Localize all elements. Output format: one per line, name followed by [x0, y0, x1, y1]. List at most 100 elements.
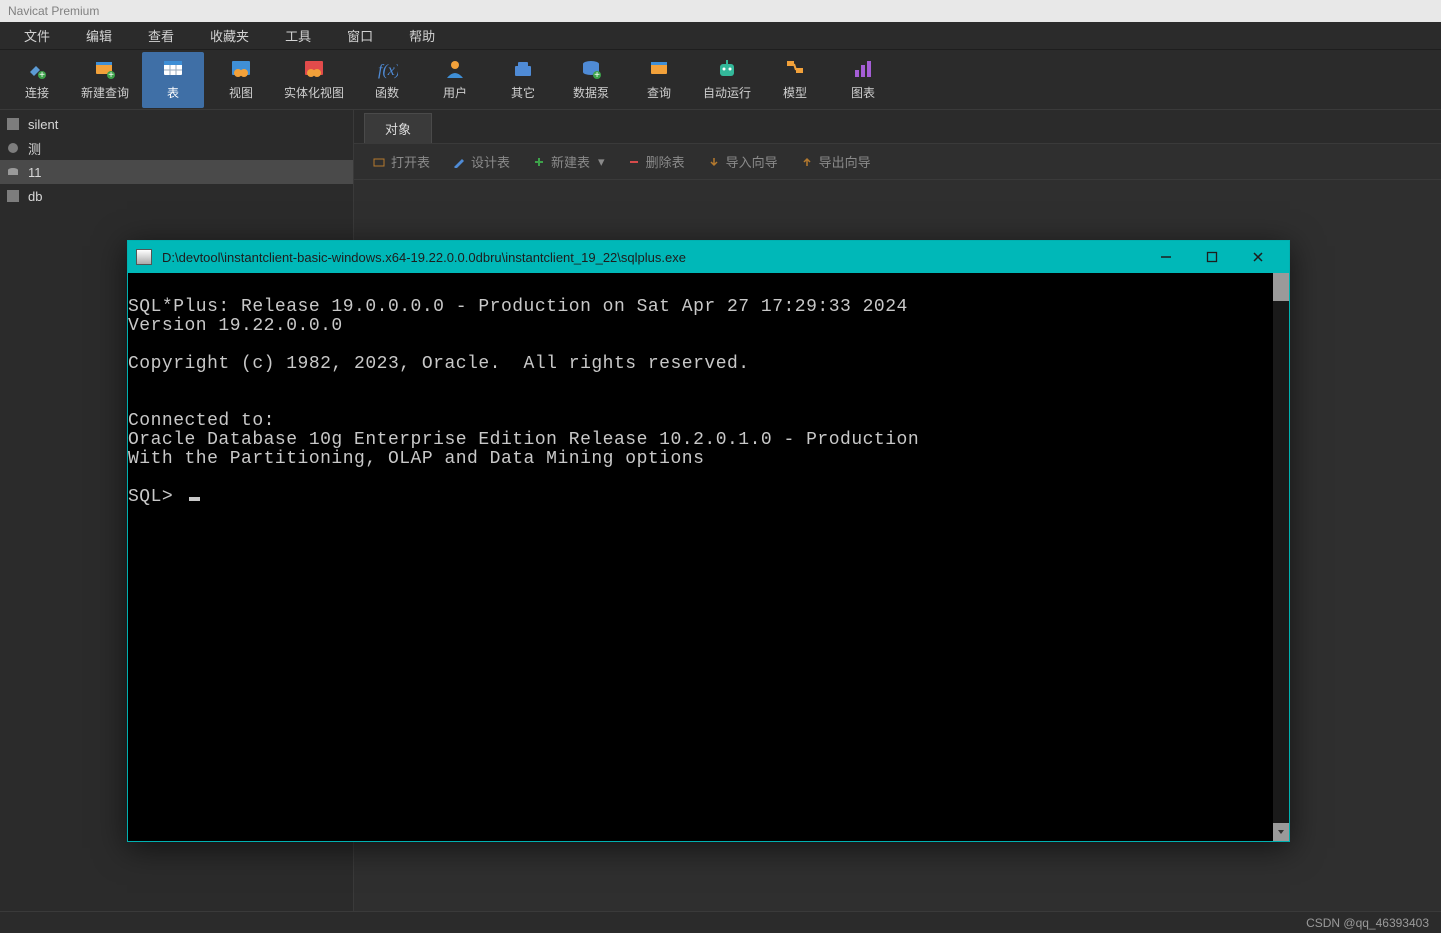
ribbon-connect[interactable]: + 连接	[6, 52, 68, 108]
user-icon	[444, 58, 466, 80]
ribbon-chart[interactable]: 图表	[832, 52, 894, 108]
sidebar-item-label: db	[28, 189, 42, 204]
terminal-line: With the Partitioning, OLAP and Data Min…	[128, 449, 704, 469]
plus-icon	[532, 155, 546, 169]
close-button[interactable]	[1235, 241, 1281, 273]
menu-window[interactable]: 窗口	[329, 22, 391, 49]
menu-tools[interactable]: 工具	[267, 22, 329, 49]
maximize-button[interactable]	[1189, 241, 1235, 273]
scrollbar-thumb[interactable]	[1273, 273, 1289, 301]
tab-objects[interactable]: 对象	[364, 113, 432, 143]
delete-table-button[interactable]: 删除表	[619, 148, 693, 175]
ribbon-label: 自动运行	[703, 84, 751, 101]
menu-help[interactable]: 帮助	[391, 22, 453, 49]
terminal-line: SQL*Plus: Release 19.0.0.0.0 - Productio…	[128, 297, 908, 317]
ribbon-autorun[interactable]: 自动运行	[696, 52, 758, 108]
terminal-line: Connected to:	[128, 411, 275, 431]
model-icon	[784, 58, 806, 80]
ribbon-label: 模型	[783, 84, 807, 101]
ribbon-view[interactable]: 视图	[210, 52, 272, 108]
matview-icon	[303, 58, 325, 80]
ribbon-label: 实体化视图	[284, 84, 344, 101]
ribbon-matview[interactable]: 实体化视图	[278, 52, 350, 108]
ribbon-table[interactable]: 表	[142, 52, 204, 108]
design-table-button[interactable]: 设计表	[444, 148, 518, 175]
ribbon-other[interactable]: 其它	[492, 52, 554, 108]
export-wizard-button[interactable]: 导出向导	[792, 148, 879, 175]
menu-fav[interactable]: 收藏夹	[192, 22, 267, 49]
svg-text:f(x): f(x)	[378, 62, 398, 79]
menu-file[interactable]: 文件	[6, 22, 68, 49]
menubar: 文件 编辑 查看 收藏夹 工具 窗口 帮助	[0, 22, 1441, 50]
datapump-icon: +	[580, 58, 602, 80]
terminal-line: Oracle Database 10g Enterprise Edition R…	[128, 430, 919, 450]
new-query-icon: +	[94, 58, 116, 80]
chart-icon	[852, 58, 874, 80]
ribbon: + 连接 + 新建查询 表 视图 实体化视图 f(x) 函数	[0, 50, 1441, 110]
ribbon-user[interactable]: 用户	[424, 52, 486, 108]
tab-bar: 对象	[354, 110, 1441, 144]
toolbar-label: 删除表	[646, 152, 685, 171]
toolbar-label: 打开表	[391, 152, 430, 171]
ribbon-query[interactable]: 查询	[628, 52, 690, 108]
function-icon: f(x)	[376, 58, 398, 80]
svg-text:+: +	[594, 70, 600, 80]
ribbon-label: 函数	[375, 84, 399, 101]
minimize-button[interactable]	[1143, 241, 1189, 273]
open-icon	[372, 155, 386, 169]
object-toolbar: 打开表 设计表 新建表 ▾ 删除表 导入向导 导出向导	[354, 144, 1441, 180]
import-wizard-button[interactable]: 导入向导	[699, 148, 786, 175]
sidebar-item-db[interactable]: db	[0, 184, 353, 208]
sidebar-item-label: 测	[28, 139, 41, 158]
ribbon-label: 查询	[647, 84, 671, 101]
toolbar-label: 导入向导	[726, 152, 778, 171]
app-titlebar: Navicat Premium	[0, 0, 1441, 22]
ribbon-label: 新建查询	[81, 84, 129, 101]
pencil-icon	[452, 155, 466, 169]
sidebar-item-silent[interactable]: silent	[0, 112, 353, 136]
terminal-line: Version 19.22.0.0.0	[128, 316, 343, 336]
menu-edit[interactable]: 编辑	[68, 22, 130, 49]
toolbar-label: 导出向导	[819, 152, 871, 171]
sidebar-item-11[interactable]: 11	[0, 160, 353, 184]
ribbon-label: 表	[167, 84, 179, 101]
database-icon	[6, 141, 20, 155]
ribbon-model[interactable]: 模型	[764, 52, 826, 108]
plug-icon: +	[26, 58, 48, 80]
database-icon	[6, 165, 20, 179]
svg-text:+: +	[39, 70, 45, 80]
import-icon	[707, 155, 721, 169]
app-title: Navicat Premium	[8, 4, 99, 18]
terminal-body[interactable]: SQL*Plus: Release 19.0.0.0.0 - Productio…	[128, 273, 1289, 841]
terminal-title: D:\devtool\instantclient-basic-windows.x…	[162, 250, 686, 265]
new-table-button[interactable]: 新建表 ▾	[524, 148, 613, 175]
ribbon-function[interactable]: f(x) 函数	[356, 52, 418, 108]
svg-text:+: +	[108, 70, 114, 80]
export-icon	[800, 155, 814, 169]
open-table-button[interactable]: 打开表	[364, 148, 438, 175]
menu-view[interactable]: 查看	[130, 22, 192, 49]
watermark: CSDN @qq_46393403	[1306, 916, 1429, 930]
terminal-titlebar[interactable]: D:\devtool\instantclient-basic-windows.x…	[128, 241, 1289, 273]
ribbon-label: 数据泵	[573, 84, 609, 101]
scrollbar-down-icon[interactable]	[1273, 823, 1289, 841]
sidebar-item-label: 11	[28, 165, 42, 180]
ribbon-datapump[interactable]: + 数据泵	[560, 52, 622, 108]
terminal-cursor	[189, 497, 200, 501]
ribbon-label: 其它	[511, 84, 535, 101]
query-icon	[648, 58, 670, 80]
database-icon	[6, 189, 20, 203]
terminal-scrollbar[interactable]	[1273, 273, 1289, 841]
database-icon	[6, 117, 20, 131]
sidebar-item-ce[interactable]: 测	[0, 136, 353, 160]
ribbon-new-query[interactable]: + 新建查询	[74, 52, 136, 108]
footer: CSDN @qq_46393403	[0, 911, 1441, 933]
ribbon-label: 用户	[443, 84, 467, 101]
terminal-prompt: SQL>	[128, 487, 185, 507]
tab-label: 对象	[385, 119, 411, 138]
terminal-app-icon	[136, 249, 152, 265]
ribbon-label: 连接	[25, 84, 49, 101]
terminal-window: D:\devtool\instantclient-basic-windows.x…	[127, 240, 1290, 842]
ribbon-label: 视图	[229, 84, 253, 101]
sidebar-item-label: silent	[28, 117, 58, 132]
